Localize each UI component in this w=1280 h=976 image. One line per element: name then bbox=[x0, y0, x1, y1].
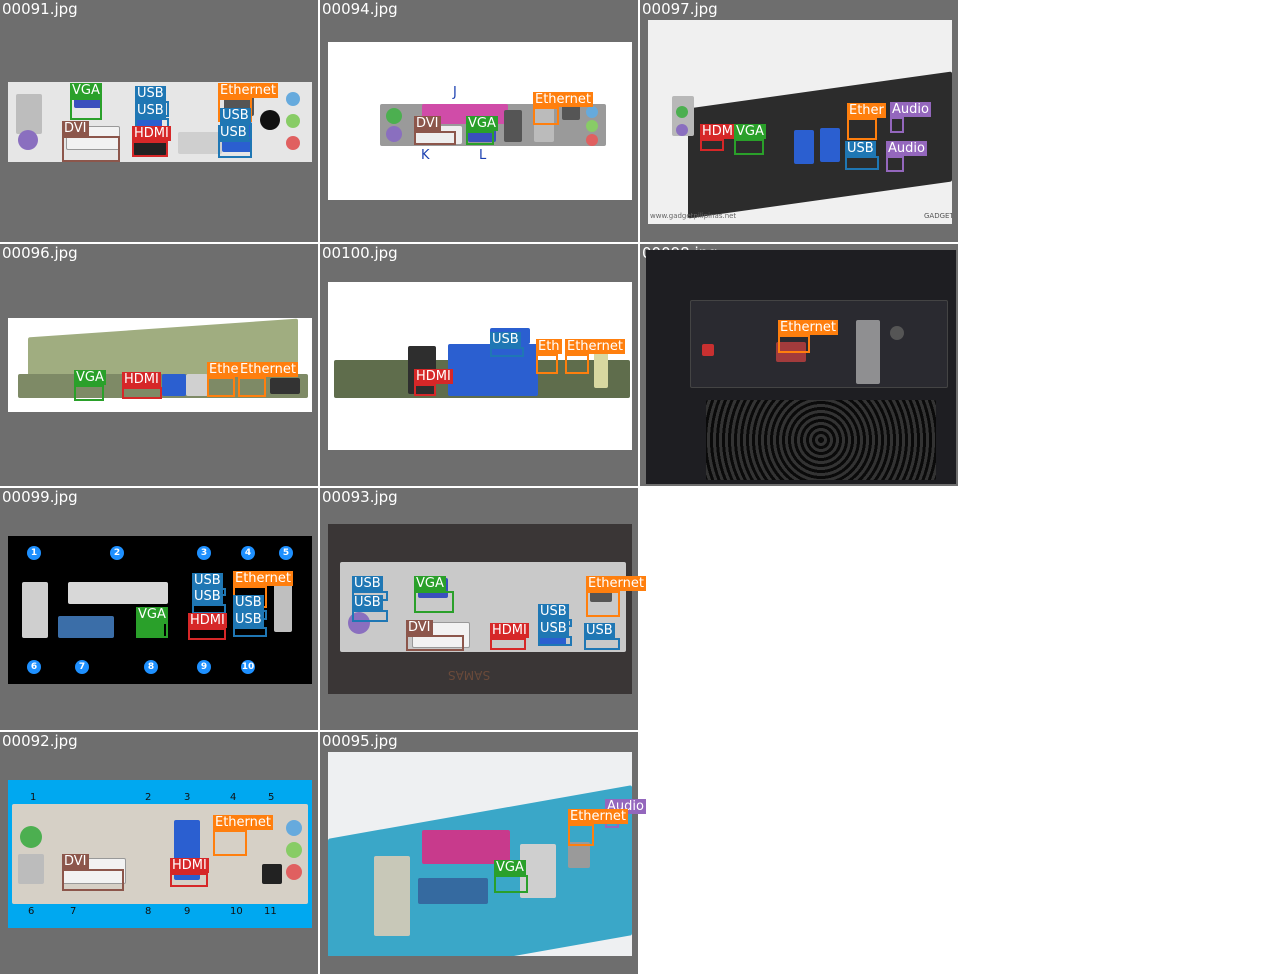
vga-label: VGA bbox=[466, 116, 498, 145]
tile-photo bbox=[646, 250, 956, 484]
vga-label: VGA bbox=[734, 124, 766, 155]
tile-filename: 00093.jpg bbox=[322, 488, 398, 506]
grid-tile[interactable]: 00095.jpg Audio Ethernet VGA bbox=[320, 732, 646, 974]
case-text: SAMAS bbox=[448, 668, 491, 682]
usb-label: USB bbox=[845, 141, 879, 170]
tile-photo: www.gadgetpilipinas.net GADGET bbox=[648, 20, 952, 224]
ethernet-label: Ethernet bbox=[533, 92, 593, 125]
hdmi-label: HDM bbox=[700, 124, 736, 151]
watermark-text: www.gadgetpilipinas.net bbox=[650, 212, 737, 220]
tile-filename: 00094.jpg bbox=[322, 0, 398, 18]
grid-tile[interactable]: 00091.jpg VGA USB USB Ethernet USB DVI H… bbox=[0, 0, 318, 242]
dvi-label: DVI bbox=[406, 620, 464, 651]
callout-letter: L bbox=[479, 148, 487, 163]
tile-filename: 00095.jpg bbox=[322, 732, 398, 750]
callout-letter: J bbox=[453, 85, 457, 100]
ethernet-label: Ethernet bbox=[213, 815, 273, 856]
vga-label: VGA bbox=[136, 607, 168, 638]
ethernet-label: Ethe bbox=[207, 362, 241, 397]
tile-filename: 00091.jpg bbox=[2, 0, 78, 18]
ethernet-label: Ethernet bbox=[565, 339, 625, 374]
hdmi-label: HDMI bbox=[188, 613, 227, 640]
grid-tile[interactable]: 00099.jpg 1 2 3 4 5 6 7 8 9 10 USB USB E… bbox=[0, 488, 318, 730]
callout-letter: K bbox=[421, 148, 430, 163]
ethernet-label: Ethernet bbox=[238, 362, 298, 397]
grid-tile[interactable]: 00093.jpg SAMAS USB USB VGA Ethernet USB… bbox=[320, 488, 646, 730]
vga-label: VGA bbox=[70, 83, 102, 120]
grid-tile[interactable]: 00098.jpg Ethernet bbox=[640, 244, 958, 486]
hdmi-label: HDMI bbox=[122, 372, 162, 399]
audio-label: Audio bbox=[890, 102, 931, 133]
hdmi-label: HDMI bbox=[132, 126, 171, 157]
tile-photo: 1 2 3 4 5 6 7 8 9 10 11 bbox=[8, 780, 312, 928]
tile-filename: 00099.jpg bbox=[2, 488, 78, 506]
audio-label: Audio bbox=[886, 141, 927, 172]
vga-label: VGA bbox=[494, 860, 528, 893]
hdmi-label: HDMI bbox=[490, 623, 529, 650]
tile-filename: 00097.jpg bbox=[642, 0, 718, 18]
grid-tile[interactable]: 00096.jpg VGA HDMI Ethe Ethernet bbox=[0, 244, 318, 486]
usb-label: USB bbox=[490, 332, 524, 357]
ethernet-label: Ethernet bbox=[568, 809, 628, 846]
dvi-label: DVI bbox=[414, 116, 456, 145]
grid-tile[interactable]: 00094.jpg J K L Ethernet DVI VGA bbox=[320, 0, 638, 242]
dvi-label: DVI bbox=[62, 854, 124, 891]
ethernet-label: Ether bbox=[847, 103, 886, 140]
gadget-logo: GADGET bbox=[924, 212, 952, 220]
dvi-label: DVI bbox=[62, 121, 120, 162]
ethernet-label: Ethernet bbox=[778, 320, 838, 353]
usb-label: USB bbox=[352, 595, 388, 622]
tile-photo bbox=[328, 752, 632, 956]
grid-tile[interactable]: 00097.jpg www.gadgetpilipinas.net GADGET… bbox=[640, 0, 958, 242]
usb-label: USB bbox=[218, 125, 252, 158]
usb-label: USB bbox=[538, 621, 572, 646]
tile-filename: 00092.jpg bbox=[2, 732, 78, 750]
grid-tile[interactable]: 00100.jpg USB Eth Ethernet HDMI bbox=[320, 244, 638, 486]
ethernet-label: Ethernet bbox=[586, 576, 646, 617]
grid-tile[interactable]: 00092.jpg 1 2 3 4 5 6 7 8 9 10 11 Ethern… bbox=[0, 732, 318, 974]
hdmi-label: HDMI bbox=[414, 369, 453, 396]
usb-label: USB bbox=[233, 612, 267, 637]
ethernet-label: Eth bbox=[536, 339, 562, 374]
usb-label: USB bbox=[584, 623, 620, 650]
hdmi-label: HDMI bbox=[170, 858, 209, 887]
tile-filename: 00100.jpg bbox=[322, 244, 398, 262]
vga-label: VGA bbox=[74, 370, 106, 401]
vga-label: VGA bbox=[414, 576, 454, 613]
tile-filename: 00096.jpg bbox=[2, 244, 78, 262]
